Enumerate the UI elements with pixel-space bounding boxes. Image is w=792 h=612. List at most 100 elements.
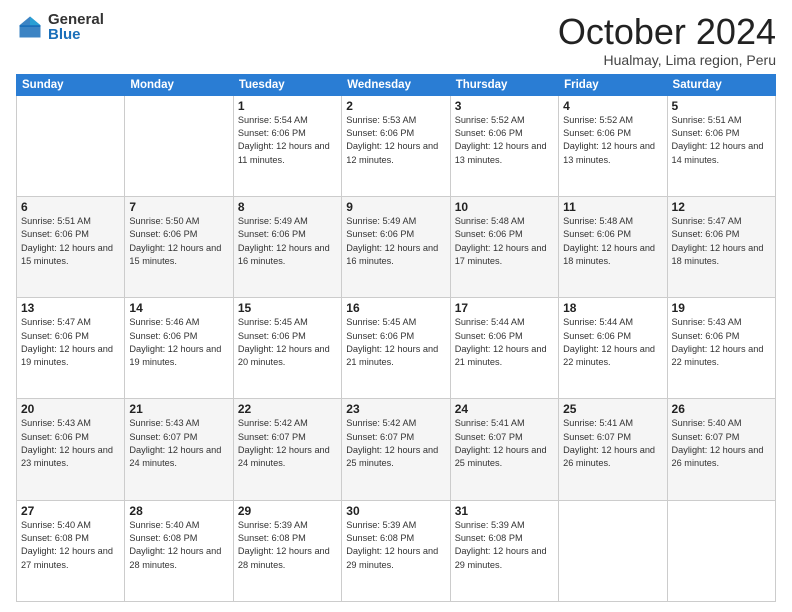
col-friday: Friday (559, 74, 667, 95)
day-cell: 19Sunrise: 5:43 AM Sunset: 6:06 PM Dayli… (667, 298, 775, 399)
day-info: Sunrise: 5:42 AM Sunset: 6:07 PM Dayligh… (346, 417, 445, 470)
header: General Blue October 2024 Hualmay, Lima … (16, 12, 776, 68)
day-number: 7 (129, 200, 228, 214)
col-saturday: Saturday (667, 74, 775, 95)
day-number: 14 (129, 301, 228, 315)
day-info: Sunrise: 5:39 AM Sunset: 6:08 PM Dayligh… (346, 519, 445, 572)
day-info: Sunrise: 5:43 AM Sunset: 6:06 PM Dayligh… (21, 417, 120, 470)
day-info: Sunrise: 5:39 AM Sunset: 6:08 PM Dayligh… (455, 519, 554, 572)
day-cell: 27Sunrise: 5:40 AM Sunset: 6:08 PM Dayli… (17, 500, 125, 601)
day-number: 6 (21, 200, 120, 214)
day-info: Sunrise: 5:54 AM Sunset: 6:06 PM Dayligh… (238, 114, 337, 167)
day-info: Sunrise: 5:40 AM Sunset: 6:08 PM Dayligh… (21, 519, 120, 572)
day-info: Sunrise: 5:47 AM Sunset: 6:06 PM Dayligh… (21, 316, 120, 369)
location: Hualmay, Lima region, Peru (558, 52, 776, 68)
day-cell: 24Sunrise: 5:41 AM Sunset: 6:07 PM Dayli… (450, 399, 558, 500)
day-number: 15 (238, 301, 337, 315)
day-info: Sunrise: 5:43 AM Sunset: 6:07 PM Dayligh… (129, 417, 228, 470)
day-number: 1 (238, 99, 337, 113)
day-cell: 21Sunrise: 5:43 AM Sunset: 6:07 PM Dayli… (125, 399, 233, 500)
day-cell: 4Sunrise: 5:52 AM Sunset: 6:06 PM Daylig… (559, 95, 667, 196)
day-number: 16 (346, 301, 445, 315)
day-cell (125, 95, 233, 196)
logo-general: General (48, 12, 104, 27)
day-cell: 31Sunrise: 5:39 AM Sunset: 6:08 PM Dayli… (450, 500, 558, 601)
day-number: 12 (672, 200, 771, 214)
day-cell: 6Sunrise: 5:51 AM Sunset: 6:06 PM Daylig… (17, 196, 125, 297)
week-row-4: 27Sunrise: 5:40 AM Sunset: 6:08 PM Dayli… (17, 500, 776, 601)
day-cell: 15Sunrise: 5:45 AM Sunset: 6:06 PM Dayli… (233, 298, 341, 399)
logo: General Blue (16, 12, 104, 42)
day-info: Sunrise: 5:45 AM Sunset: 6:06 PM Dayligh… (346, 316, 445, 369)
day-number: 4 (563, 99, 662, 113)
day-cell: 17Sunrise: 5:44 AM Sunset: 6:06 PM Dayli… (450, 298, 558, 399)
day-info: Sunrise: 5:40 AM Sunset: 6:07 PM Dayligh… (672, 417, 771, 470)
day-cell (667, 500, 775, 601)
day-cell: 28Sunrise: 5:40 AM Sunset: 6:08 PM Dayli… (125, 500, 233, 601)
col-tuesday: Tuesday (233, 74, 341, 95)
day-cell: 16Sunrise: 5:45 AM Sunset: 6:06 PM Dayli… (342, 298, 450, 399)
day-info: Sunrise: 5:48 AM Sunset: 6:06 PM Dayligh… (455, 215, 554, 268)
day-number: 28 (129, 504, 228, 518)
day-number: 9 (346, 200, 445, 214)
day-number: 18 (563, 301, 662, 315)
day-cell: 18Sunrise: 5:44 AM Sunset: 6:06 PM Dayli… (559, 298, 667, 399)
day-info: Sunrise: 5:46 AM Sunset: 6:06 PM Dayligh… (129, 316, 228, 369)
day-cell (559, 500, 667, 601)
day-info: Sunrise: 5:47 AM Sunset: 6:06 PM Dayligh… (672, 215, 771, 268)
week-row-2: 13Sunrise: 5:47 AM Sunset: 6:06 PM Dayli… (17, 298, 776, 399)
day-info: Sunrise: 5:41 AM Sunset: 6:07 PM Dayligh… (563, 417, 662, 470)
calendar: Sunday Monday Tuesday Wednesday Thursday… (16, 74, 776, 602)
day-number: 19 (672, 301, 771, 315)
week-row-0: 1Sunrise: 5:54 AM Sunset: 6:06 PM Daylig… (17, 95, 776, 196)
day-number: 22 (238, 402, 337, 416)
day-info: Sunrise: 5:53 AM Sunset: 6:06 PM Dayligh… (346, 114, 445, 167)
day-cell: 23Sunrise: 5:42 AM Sunset: 6:07 PM Dayli… (342, 399, 450, 500)
title-block: October 2024 Hualmay, Lima region, Peru (558, 12, 776, 68)
day-cell: 29Sunrise: 5:39 AM Sunset: 6:08 PM Dayli… (233, 500, 341, 601)
day-cell: 12Sunrise: 5:47 AM Sunset: 6:06 PM Dayli… (667, 196, 775, 297)
day-cell: 3Sunrise: 5:52 AM Sunset: 6:06 PM Daylig… (450, 95, 558, 196)
day-info: Sunrise: 5:44 AM Sunset: 6:06 PM Dayligh… (455, 316, 554, 369)
day-cell: 22Sunrise: 5:42 AM Sunset: 6:07 PM Dayli… (233, 399, 341, 500)
day-cell: 10Sunrise: 5:48 AM Sunset: 6:06 PM Dayli… (450, 196, 558, 297)
logo-text: General Blue (48, 12, 104, 42)
week-row-1: 6Sunrise: 5:51 AM Sunset: 6:06 PM Daylig… (17, 196, 776, 297)
day-number: 10 (455, 200, 554, 214)
day-number: 20 (21, 402, 120, 416)
day-cell: 25Sunrise: 5:41 AM Sunset: 6:07 PM Dayli… (559, 399, 667, 500)
day-number: 21 (129, 402, 228, 416)
logo-blue: Blue (48, 27, 104, 42)
week-row-3: 20Sunrise: 5:43 AM Sunset: 6:06 PM Dayli… (17, 399, 776, 500)
day-info: Sunrise: 5:49 AM Sunset: 6:06 PM Dayligh… (238, 215, 337, 268)
day-cell: 1Sunrise: 5:54 AM Sunset: 6:06 PM Daylig… (233, 95, 341, 196)
day-info: Sunrise: 5:41 AM Sunset: 6:07 PM Dayligh… (455, 417, 554, 470)
day-number: 29 (238, 504, 337, 518)
day-number: 8 (238, 200, 337, 214)
col-sunday: Sunday (17, 74, 125, 95)
day-number: 30 (346, 504, 445, 518)
day-cell: 26Sunrise: 5:40 AM Sunset: 6:07 PM Dayli… (667, 399, 775, 500)
day-cell: 20Sunrise: 5:43 AM Sunset: 6:06 PM Dayli… (17, 399, 125, 500)
day-info: Sunrise: 5:49 AM Sunset: 6:06 PM Dayligh… (346, 215, 445, 268)
day-number: 26 (672, 402, 771, 416)
day-info: Sunrise: 5:43 AM Sunset: 6:06 PM Dayligh… (672, 316, 771, 369)
day-info: Sunrise: 5:51 AM Sunset: 6:06 PM Dayligh… (21, 215, 120, 268)
day-info: Sunrise: 5:50 AM Sunset: 6:06 PM Dayligh… (129, 215, 228, 268)
day-cell: 9Sunrise: 5:49 AM Sunset: 6:06 PM Daylig… (342, 196, 450, 297)
day-info: Sunrise: 5:40 AM Sunset: 6:08 PM Dayligh… (129, 519, 228, 572)
day-info: Sunrise: 5:39 AM Sunset: 6:08 PM Dayligh… (238, 519, 337, 572)
day-number: 25 (563, 402, 662, 416)
day-cell: 8Sunrise: 5:49 AM Sunset: 6:06 PM Daylig… (233, 196, 341, 297)
month-title: October 2024 (558, 12, 776, 52)
day-cell: 7Sunrise: 5:50 AM Sunset: 6:06 PM Daylig… (125, 196, 233, 297)
day-number: 17 (455, 301, 554, 315)
day-cell: 11Sunrise: 5:48 AM Sunset: 6:06 PM Dayli… (559, 196, 667, 297)
day-cell: 2Sunrise: 5:53 AM Sunset: 6:06 PM Daylig… (342, 95, 450, 196)
day-info: Sunrise: 5:48 AM Sunset: 6:06 PM Dayligh… (563, 215, 662, 268)
day-number: 13 (21, 301, 120, 315)
col-wednesday: Wednesday (342, 74, 450, 95)
day-info: Sunrise: 5:52 AM Sunset: 6:06 PM Dayligh… (455, 114, 554, 167)
day-number: 5 (672, 99, 771, 113)
header-row: Sunday Monday Tuesday Wednesday Thursday… (17, 74, 776, 95)
